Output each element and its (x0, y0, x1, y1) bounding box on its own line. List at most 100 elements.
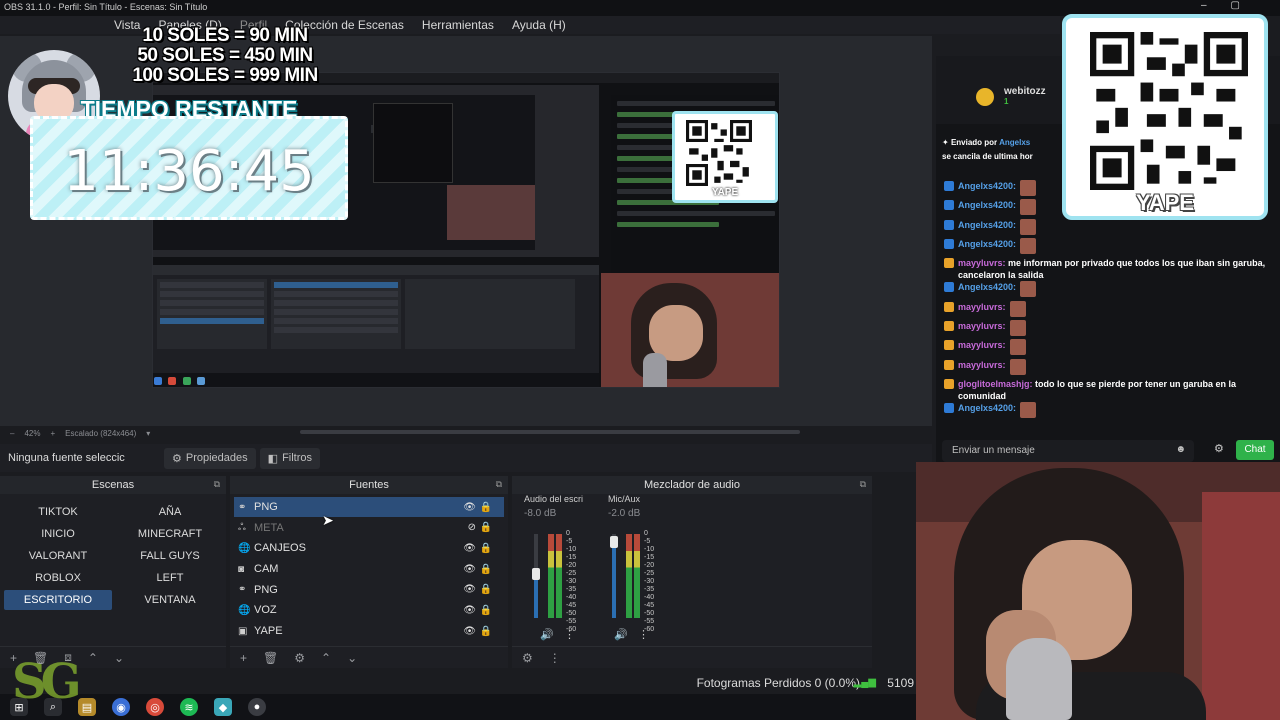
scene-inicio[interactable]: INICIO (4, 524, 112, 544)
spotify-icon[interactable]: ≋ (180, 698, 198, 716)
lock-icon[interactable]: 🔒 (480, 543, 492, 554)
emoji-icon[interactable]: ☻ (1175, 444, 1186, 455)
source-row[interactable]: ⚭ PNG 👁 🔒 (234, 580, 504, 600)
badge-icon (944, 181, 954, 191)
menu-herramientas[interactable]: Herramientas (422, 18, 494, 32)
scene-escritorio[interactable]: ESCRITORIO (4, 590, 112, 610)
popout-icon[interactable]: ⧉ (214, 479, 220, 490)
chat-username[interactable]: Angelxs4200: (958, 239, 1016, 249)
zoom-in-icon[interactable]: + (50, 429, 55, 438)
scene-minecraft[interactable]: MINECRAFT (116, 524, 224, 544)
chat-username[interactable]: Angelxs4200: (958, 181, 1016, 191)
scene-valorant[interactable]: VALORANT (4, 546, 112, 566)
logo-text: SG (12, 654, 82, 710)
eye-icon[interactable]: 👁 (463, 564, 476, 575)
chat-username[interactable]: mayyluvrs: (958, 258, 1006, 268)
lock-icon[interactable]: 🔒 (480, 626, 492, 637)
chat-username[interactable]: gloglitoelmashjg: (958, 379, 1033, 389)
eye-icon[interactable]: 👁 (463, 605, 476, 616)
chat-username[interactable]: mayyluvrs: (958, 340, 1006, 350)
chat-username[interactable]: Angelxs4200: (958, 282, 1016, 292)
chevron-down-icon[interactable]: ▾ (146, 429, 150, 438)
source-row[interactable]: ◙ CAM 👁 🔒 (234, 559, 504, 579)
chat-username[interactable]: Angelxs4200: (958, 220, 1016, 230)
source-name: YAPE (254, 625, 283, 638)
db-tick: -30 (644, 578, 655, 585)
popout-icon[interactable]: ⧉ (496, 479, 502, 490)
db-tick: -45 (566, 602, 577, 609)
chat-username[interactable]: Angelxs4200: (958, 403, 1016, 413)
badge-icon (944, 301, 954, 312)
scene-fall-guys[interactable]: FALL GUYS (116, 546, 224, 566)
source-row[interactable]: ⚭ PNG 👁 🔒 (234, 497, 504, 517)
speaker-icon[interactable]: 🔊 (540, 628, 554, 641)
chat-message-body: Angelxs4200: (958, 199, 1016, 211)
more-options-icon[interactable]: ⋮ (638, 628, 649, 641)
chat-username[interactable]: mayyluvrs: (958, 360, 1006, 370)
app-icon[interactable]: ◆ (214, 698, 232, 716)
scene-tiktok[interactable]: TIKTOK (4, 502, 112, 522)
maximize-icon[interactable]: ▢ (1231, 0, 1240, 11)
lock-icon[interactable]: 🔒 (480, 584, 492, 595)
source-row[interactable]: ஃ META ⊘ 🔒 (234, 518, 504, 538)
eye-icon[interactable]: 👁 (463, 584, 476, 595)
eye-icon[interactable]: 👁 (463, 543, 476, 554)
minimize-icon[interactable]: – (1201, 0, 1207, 11)
source-row[interactable]: ▣ YAPE 👁 🔒 (234, 621, 504, 641)
eye-icon[interactable]: 👁 (463, 502, 476, 513)
speaker-icon[interactable]: 🔊 (614, 628, 628, 641)
lock-icon[interactable]: 🔒 (480, 502, 492, 513)
gear-icon[interactable]: ⚙ (1214, 442, 1224, 455)
chevron-down-icon[interactable]: ⌄ (114, 651, 124, 665)
badge-icon (944, 282, 954, 293)
db-tick: -5 (644, 538, 651, 545)
lock-icon[interactable]: 🔒 (480, 564, 492, 575)
chat-message-body: Angelxs4200: (958, 219, 1016, 231)
advanced-audio-icon[interactable]: ⚙ (522, 651, 533, 665)
more-options-icon[interactable]: ⋮ (549, 651, 561, 665)
preview-canvas[interactable]: YAPE 10 SOLES = 90 MIN 50 SOLES = 450 MI… (0, 26, 932, 426)
scene-ventana[interactable]: VENTANA (116, 590, 224, 610)
filters-button[interactable]: ◧ Filtros (259, 447, 321, 469)
scene-left[interactable]: LEFT (116, 568, 224, 588)
trash-icon[interactable]: 🗑 (263, 651, 278, 665)
sent-by-prefix: Enviado por (950, 138, 998, 147)
scene-roblox[interactable]: ROBLOX (4, 568, 112, 588)
menu-ayuda[interactable]: Ayuda (H) (512, 18, 566, 32)
fader-knob[interactable] (610, 536, 618, 548)
chat-message: mayyluvrs: (944, 320, 1274, 339)
chevron-up-icon[interactable]: ⌃ (321, 651, 331, 665)
db-tick: -5 (566, 538, 573, 545)
properties-button[interactable]: ⚙ Propiedades (164, 447, 256, 469)
lock-icon[interactable]: 🔒 (480, 522, 492, 533)
zoom-out-icon[interactable]: – (10, 429, 14, 438)
source-row[interactable]: 🌐 CANJEOS 👁 🔒 (234, 538, 504, 558)
add-icon[interactable]: + (240, 651, 247, 665)
obs-icon[interactable]: ● (248, 698, 266, 716)
preview-scrollbar[interactable] (300, 430, 800, 434)
more-options-icon[interactable]: ⋮ (564, 628, 575, 641)
browser-icon[interactable]: ◉ (112, 698, 130, 716)
popout-icon[interactable]: ⧉ (860, 479, 866, 490)
chrome-icon[interactable]: ◎ (146, 698, 164, 716)
eye-icon[interactable]: 👁 (463, 626, 476, 637)
gear-icon: ⚙ (172, 452, 182, 465)
fader-knob[interactable] (532, 568, 540, 580)
chat-username[interactable]: mayyluvrs: (958, 321, 1006, 331)
gear-icon[interactable]: ⚙ (294, 651, 305, 665)
emote-icon (1020, 199, 1037, 216)
chat-input[interactable]: Enviar un mensaje ☻ (942, 440, 1194, 462)
nested-taskbar-icon (197, 377, 206, 385)
lock-icon[interactable]: 🔒 (480, 605, 492, 616)
emote-icon (1009, 300, 1026, 317)
chevron-down-icon[interactable]: ⌄ (347, 651, 357, 665)
chat-username[interactable]: mayyluvrs: (958, 302, 1006, 312)
eye-hidden-icon[interactable]: ⊘ (468, 522, 476, 533)
window-title: OBS 31.1.0 - Perfil: Sin Título - Escena… (4, 2, 208, 12)
chat-message: Angelxs4200: (944, 237, 1274, 257)
chat-send-button[interactable]: Chat (1236, 440, 1274, 460)
scene-ana[interactable]: AÑA (116, 502, 224, 522)
source-name: CANJEOS (254, 542, 306, 555)
chat-username[interactable]: Angelxs4200: (958, 200, 1016, 210)
source-row[interactable]: 🌐 VOZ 👁 🔒 (234, 600, 504, 620)
